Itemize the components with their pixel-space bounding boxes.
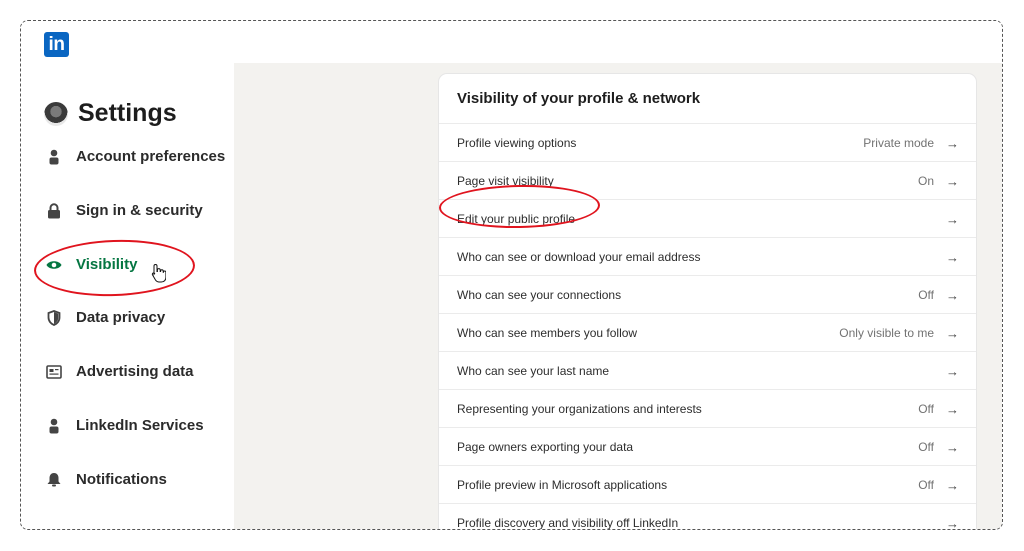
arrow-right-icon: → — [946, 173, 959, 189]
row-label: Page owners exporting your data — [457, 440, 634, 454]
settings-sidebar: Settings Account preferences Sign in & s… — [21, 63, 234, 529]
sidebar-item-label: Advertising data — [76, 363, 194, 380]
top-bar: in — [21, 21, 1002, 63]
row-label: Page visit visibility — [457, 174, 554, 188]
row-label: Who can see your last name — [457, 364, 610, 378]
row-value: Off — [918, 478, 934, 492]
sidebar-item-visibility[interactable]: Visibility — [46, 256, 137, 273]
page-title: Settings — [78, 99, 177, 127]
sidebar-item-sign-in-security[interactable]: Sign in & security — [46, 202, 203, 219]
bell-icon — [46, 472, 62, 488]
arrow-right-icon: → — [946, 401, 959, 417]
settings-row-organizations-interests[interactable]: Representing your organizations and inte… — [439, 389, 976, 428]
arrow-right-icon: → — [946, 287, 959, 303]
sidebar-item-label: Notifications — [76, 471, 167, 488]
settings-row-page-owners-export[interactable]: Page owners exporting your data Off → — [439, 427, 976, 466]
row-label: Profile viewing options — [457, 136, 577, 150]
row-value: Off — [918, 402, 934, 416]
row-value: Off — [918, 288, 934, 302]
settings-row-connections-visibility[interactable]: Who can see your connections Off → — [439, 275, 976, 314]
sidebar-item-label: LinkedIn Services — [76, 417, 204, 434]
settings-row-profile-discovery[interactable]: Profile discovery and visibility off Lin… — [439, 503, 976, 530]
screenshot-frame: in Settings Account preferences Sign in … — [20, 20, 1003, 530]
sidebar-item-data-privacy[interactable]: Data privacy — [46, 309, 165, 326]
row-value: On — [917, 174, 934, 188]
settings-row-email-visibility[interactable]: Who can see or download your email addre… — [439, 237, 976, 276]
visibility-card: Visibility of your profile & network Pro… — [439, 74, 976, 530]
settings-row-profile-viewing-options[interactable]: Profile viewing options Private mode → — [439, 123, 976, 162]
card-title: Visibility of your profile & network — [457, 90, 701, 107]
row-value: Private mode — [863, 136, 934, 150]
lock-icon — [46, 202, 62, 219]
arrow-right-icon: → — [946, 325, 959, 341]
arrow-right-icon: → — [946, 249, 959, 265]
settings-row-members-you-follow[interactable]: Who can see members you follow Only visi… — [439, 313, 976, 352]
row-label: Profile discovery and visibility off Lin… — [457, 516, 679, 530]
newspaper-icon — [46, 364, 62, 380]
shield-icon — [46, 309, 62, 326]
arrow-right-icon: → — [946, 477, 959, 493]
row-label: Who can see your connections — [457, 288, 622, 302]
arrow-right-icon: → — [946, 135, 959, 151]
sidebar-item-label: Sign in & security — [76, 202, 203, 219]
sidebar-item-label: Data privacy — [76, 309, 166, 326]
linkedin-logo[interactable]: in — [44, 32, 69, 57]
sidebar-item-label: Account preferences — [76, 148, 226, 165]
arrow-right-icon: → — [946, 515, 959, 530]
settings-row-microsoft-preview[interactable]: Profile preview in Microsoft application… — [439, 465, 976, 504]
arrow-right-icon: → — [946, 439, 959, 455]
main-content: Visibility of your profile & network Pro… — [234, 63, 1002, 530]
sidebar-item-notifications[interactable]: Notifications — [46, 471, 167, 488]
sidebar-item-account-preferences[interactable]: Account preferences — [46, 148, 225, 165]
arrow-right-icon: → — [946, 211, 959, 227]
sidebar-item-label: Visibility — [76, 256, 138, 273]
person-icon — [46, 149, 62, 165]
settings-row-page-visit-visibility[interactable]: Page visit visibility On → — [439, 161, 976, 200]
sidebar-item-advertising-data[interactable]: Advertising data — [46, 363, 194, 380]
row-label: Edit your public profile — [457, 212, 576, 226]
settings-row-edit-public-profile[interactable]: Edit your public profile → — [439, 199, 976, 238]
row-label: Who can see or download your email addre… — [457, 250, 701, 264]
sidebar-item-linkedin-services[interactable]: LinkedIn Services — [46, 417, 204, 434]
row-value: Off — [918, 440, 934, 454]
row-label: Profile preview in Microsoft application… — [457, 478, 668, 492]
person-icon — [46, 418, 62, 434]
settings-header: Settings — [44, 99, 177, 128]
row-label: Who can see members you follow — [457, 326, 638, 340]
row-label: Representing your organizations and inte… — [457, 402, 702, 416]
avatar[interactable] — [44, 101, 68, 126]
row-value: Only visible to me — [839, 326, 934, 340]
hand-cursor-icon — [151, 263, 167, 288]
eye-icon — [46, 257, 62, 273]
settings-row-last-name[interactable]: Who can see your last name → — [439, 351, 976, 390]
arrow-right-icon: → — [946, 363, 959, 379]
